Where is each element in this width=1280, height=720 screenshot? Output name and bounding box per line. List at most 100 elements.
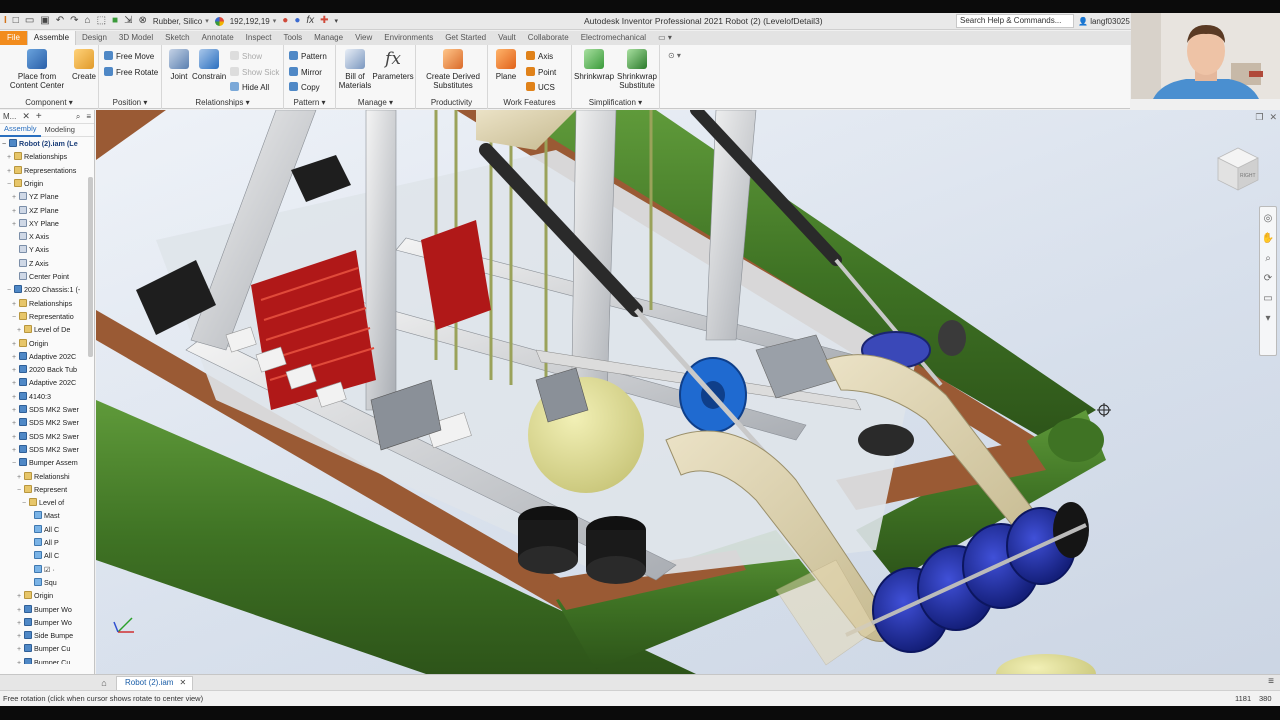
free-rotate-button[interactable]: Free Rotate xyxy=(104,67,158,78)
show-button[interactable]: Show xyxy=(230,51,262,62)
tab-3d-model[interactable]: 3D Model xyxy=(113,31,159,45)
parameters-button[interactable]: fx Parameters xyxy=(372,49,414,81)
collapse-icon[interactable]: − xyxy=(15,484,23,497)
tree-node[interactable]: + Relationships xyxy=(0,150,67,163)
collapse-icon[interactable]: − xyxy=(10,457,18,470)
tree-node[interactable]: All C xyxy=(0,523,59,536)
tab-annotate[interactable]: Annotate xyxy=(196,31,240,45)
tree-node[interactable]: + Bumper Wo xyxy=(0,603,72,616)
simplification-panel-label[interactable]: Simplification ▾ xyxy=(572,98,659,107)
place-from-content-center-button[interactable]: Place from Content Center xyxy=(8,49,66,90)
expand-icon[interactable]: + xyxy=(15,617,23,630)
plane-button[interactable]: Plane xyxy=(492,49,520,81)
tree-node[interactable]: + SDS MK2 Swer xyxy=(0,403,79,416)
tree-node[interactable]: + Origin xyxy=(0,337,48,350)
tab-file[interactable]: File xyxy=(0,31,27,45)
tree-node[interactable]: − Bumper Assem xyxy=(0,456,78,469)
expand-icon[interactable]: + xyxy=(10,417,18,430)
create-button[interactable]: Create xyxy=(70,49,98,81)
collapse-icon[interactable]: − xyxy=(20,497,28,510)
mirror-button[interactable]: Mirror xyxy=(289,67,322,78)
show-sick-button[interactable]: Show Sick xyxy=(230,67,279,78)
tree-node[interactable]: + Bumper Cu xyxy=(0,656,70,664)
tree-node[interactable]: + Bumper Wo xyxy=(0,616,72,629)
add-icon[interactable]: ✚ xyxy=(320,16,328,26)
tree-node[interactable]: Squ xyxy=(0,576,57,589)
expand-icon[interactable]: + xyxy=(15,643,23,656)
tab-assembly[interactable]: Assembly xyxy=(0,123,41,137)
collapse-icon[interactable]: − xyxy=(5,284,13,297)
tree-node[interactable]: +2020 Back Tub xyxy=(0,363,77,376)
tab-electromechanical[interactable]: Electromechanical xyxy=(575,31,652,45)
zoom-icon[interactable]: ⌕ xyxy=(1260,251,1276,267)
expand-icon[interactable]: + xyxy=(15,590,23,603)
add-icon[interactable]: + xyxy=(36,111,42,122)
expand-icon[interactable]: + xyxy=(5,165,13,178)
tree-node[interactable]: X Axis xyxy=(0,230,49,243)
expand-icon[interactable]: + xyxy=(15,471,23,484)
constrain-button[interactable]: Constrain xyxy=(192,49,226,81)
tab-sketch[interactable]: Sketch xyxy=(159,31,195,45)
tab-view[interactable]: View xyxy=(349,31,378,45)
orbit-icon[interactable]: ⟳ xyxy=(1260,271,1276,287)
tree-node[interactable]: + Bumper Cu xyxy=(0,642,70,655)
tree-node[interactable]: + Origin xyxy=(0,589,53,602)
tab-modeling[interactable]: Modeling xyxy=(41,124,79,136)
ucs-button[interactable]: UCS xyxy=(526,82,555,93)
bill-of-materials-button[interactable]: Bill of Materials xyxy=(338,49,372,90)
tree-node[interactable]: Mast xyxy=(0,509,60,522)
browser-title[interactable]: M... xyxy=(3,112,16,121)
expand-icon[interactable]: + xyxy=(10,191,18,204)
expand-icon[interactable]: + xyxy=(10,444,18,457)
tab-environments[interactable]: Environments xyxy=(378,31,439,45)
ribbon-options-icon[interactable]: ⊙ ▾ xyxy=(668,51,681,61)
create-derived-substitutes-button[interactable]: Create Derived Substitutes xyxy=(422,49,484,90)
tree-node[interactable]: + Level of De xyxy=(0,323,70,336)
color-dropdown[interactable]: 192,192,19 ▾ xyxy=(230,17,277,26)
tab-assemble[interactable]: Assemble xyxy=(26,31,77,45)
pattern-panel-label[interactable]: Pattern ▾ xyxy=(284,98,335,107)
expand-icon[interactable]: + xyxy=(10,218,18,231)
tab-manage[interactable]: Manage xyxy=(308,31,349,45)
select-icon[interactable]: ⬚ xyxy=(97,16,106,26)
tab-collaborate[interactable]: Collaborate xyxy=(522,31,575,45)
help-search-input[interactable]: Search Help & Commands... xyxy=(956,14,1074,28)
tree-node[interactable]: + Adaptive 202C xyxy=(0,376,76,389)
graphics-viewport[interactable]: ❐ ✕ RIGHT ◎ ✋ ⌕ ⟳ ▭ ▾ xyxy=(96,110,1280,674)
undo-icon[interactable]: ↶ xyxy=(56,16,64,26)
tab-tools[interactable]: Tools xyxy=(277,31,308,45)
tree-node[interactable]: + Representations xyxy=(0,164,76,177)
tree-node[interactable]: + YZ Plane xyxy=(0,190,59,203)
expand-icon[interactable]: + xyxy=(15,657,23,664)
close-icon[interactable]: ✕ xyxy=(22,111,30,122)
tree-node[interactable]: + XZ Plane xyxy=(0,204,59,217)
expand-icon[interactable]: + xyxy=(15,630,23,643)
clear-appearance-icon[interactable]: ● xyxy=(294,16,300,26)
tree-node[interactable]: + SDS MK2 Swer xyxy=(0,430,79,443)
axis-button[interactable]: Axis xyxy=(526,51,553,62)
expand-icon[interactable]: + xyxy=(10,205,18,218)
joint-button[interactable]: Joint xyxy=(166,49,192,81)
tree-node[interactable]: − Represent xyxy=(0,483,67,496)
close-icon[interactable]: ✕ xyxy=(179,676,186,690)
tree-node[interactable]: ☑ · xyxy=(0,563,55,576)
tree-node[interactable]: Z Axis xyxy=(0,257,49,270)
viewcube[interactable]: RIGHT xyxy=(1212,142,1264,194)
expand-icon[interactable]: + xyxy=(10,391,18,404)
collapse-icon[interactable]: − xyxy=(10,311,18,324)
tab-overflow-icon[interactable]: ▭ ▾ xyxy=(652,31,678,45)
tree-node[interactable]: Center Point xyxy=(0,270,69,283)
tab-design[interactable]: Design xyxy=(76,31,113,45)
browser-scrollbar[interactable] xyxy=(88,177,93,357)
measure-icon[interactable]: ⇲ xyxy=(124,16,132,26)
navbar-menu-icon[interactable]: ▾ xyxy=(1260,311,1276,327)
look-at-icon[interactable]: ▭ xyxy=(1260,291,1276,307)
tab-vault[interactable]: Vault xyxy=(492,31,522,45)
tree-node[interactable]: − Origin xyxy=(0,177,43,190)
shrinkwrap-substitute-button[interactable]: Shrinkwrap Substitute xyxy=(616,49,658,90)
work-features-panel-label[interactable]: Work Features xyxy=(488,98,571,107)
free-move-button[interactable]: Free Move xyxy=(104,51,154,62)
doc-tab-robot[interactable]: Robot (2).iam ✕ xyxy=(116,675,194,690)
redo-icon[interactable]: ↷ xyxy=(70,16,78,26)
expand-icon[interactable]: + xyxy=(5,151,13,164)
